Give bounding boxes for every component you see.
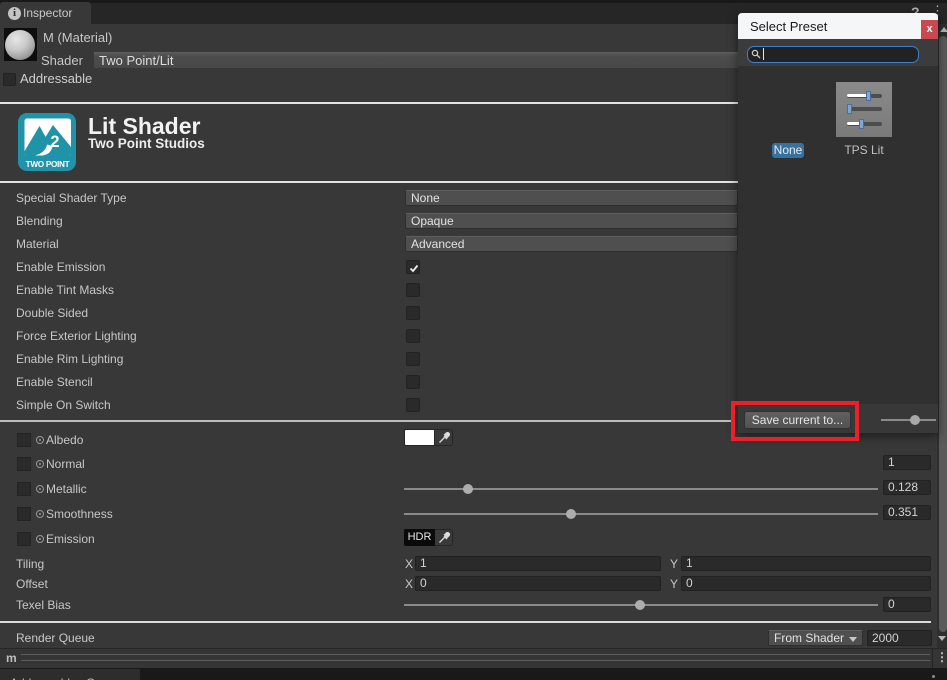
svg-text:TWO POINT: TWO POINT <box>26 160 70 169</box>
svg-text:2: 2 <box>50 133 59 151</box>
